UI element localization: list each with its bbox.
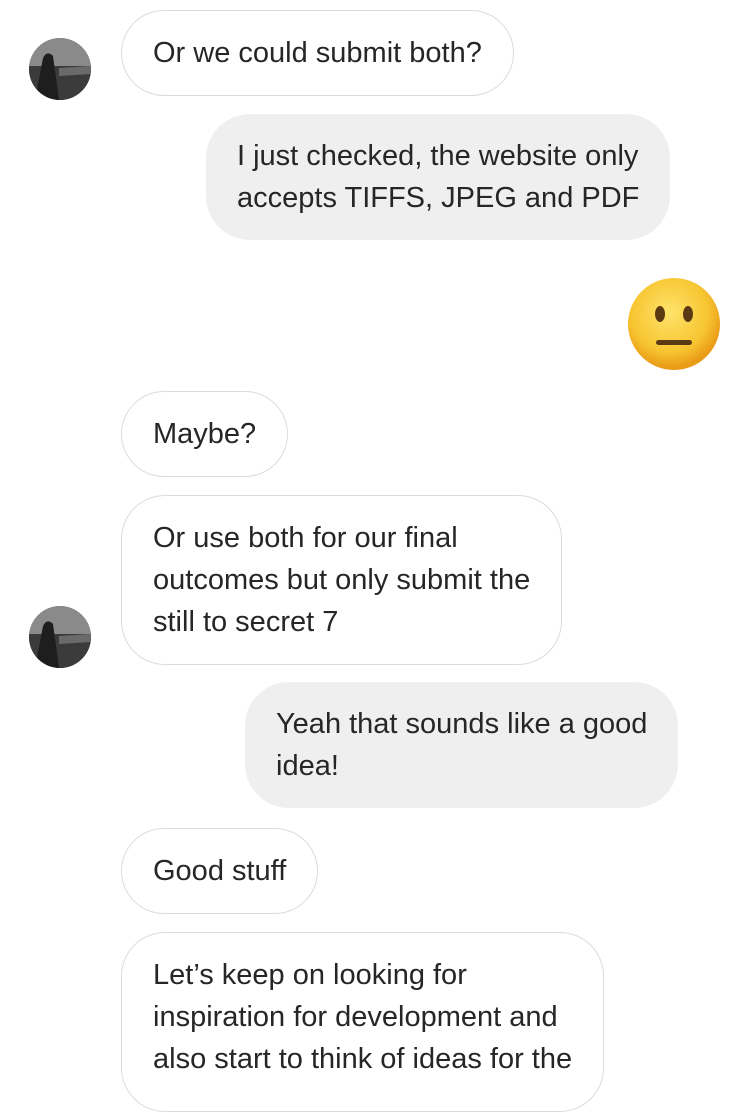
message-bubble-incoming: Or we could submit both?	[121, 10, 514, 96]
avatar-photo	[29, 38, 91, 100]
contact-avatar[interactable]	[29, 38, 91, 100]
message-bubble-incoming: Good stuff	[121, 828, 319, 914]
neutral-face-emoji	[628, 278, 720, 370]
message-bubble-outgoing: Yeah that sounds like a good idea!	[245, 682, 679, 808]
message-bubble-incoming: Or use both for our final outcomes but o…	[121, 495, 563, 665]
contact-avatar[interactable]	[29, 606, 91, 668]
avatar-photo	[29, 606, 91, 668]
message-bubble-incoming: Maybe?	[121, 391, 289, 477]
message-bubble-incoming: Let’s keep on looking for inspiration fo…	[121, 932, 605, 1112]
message-bubble-outgoing: I just checked, the website only accepts…	[206, 114, 671, 240]
